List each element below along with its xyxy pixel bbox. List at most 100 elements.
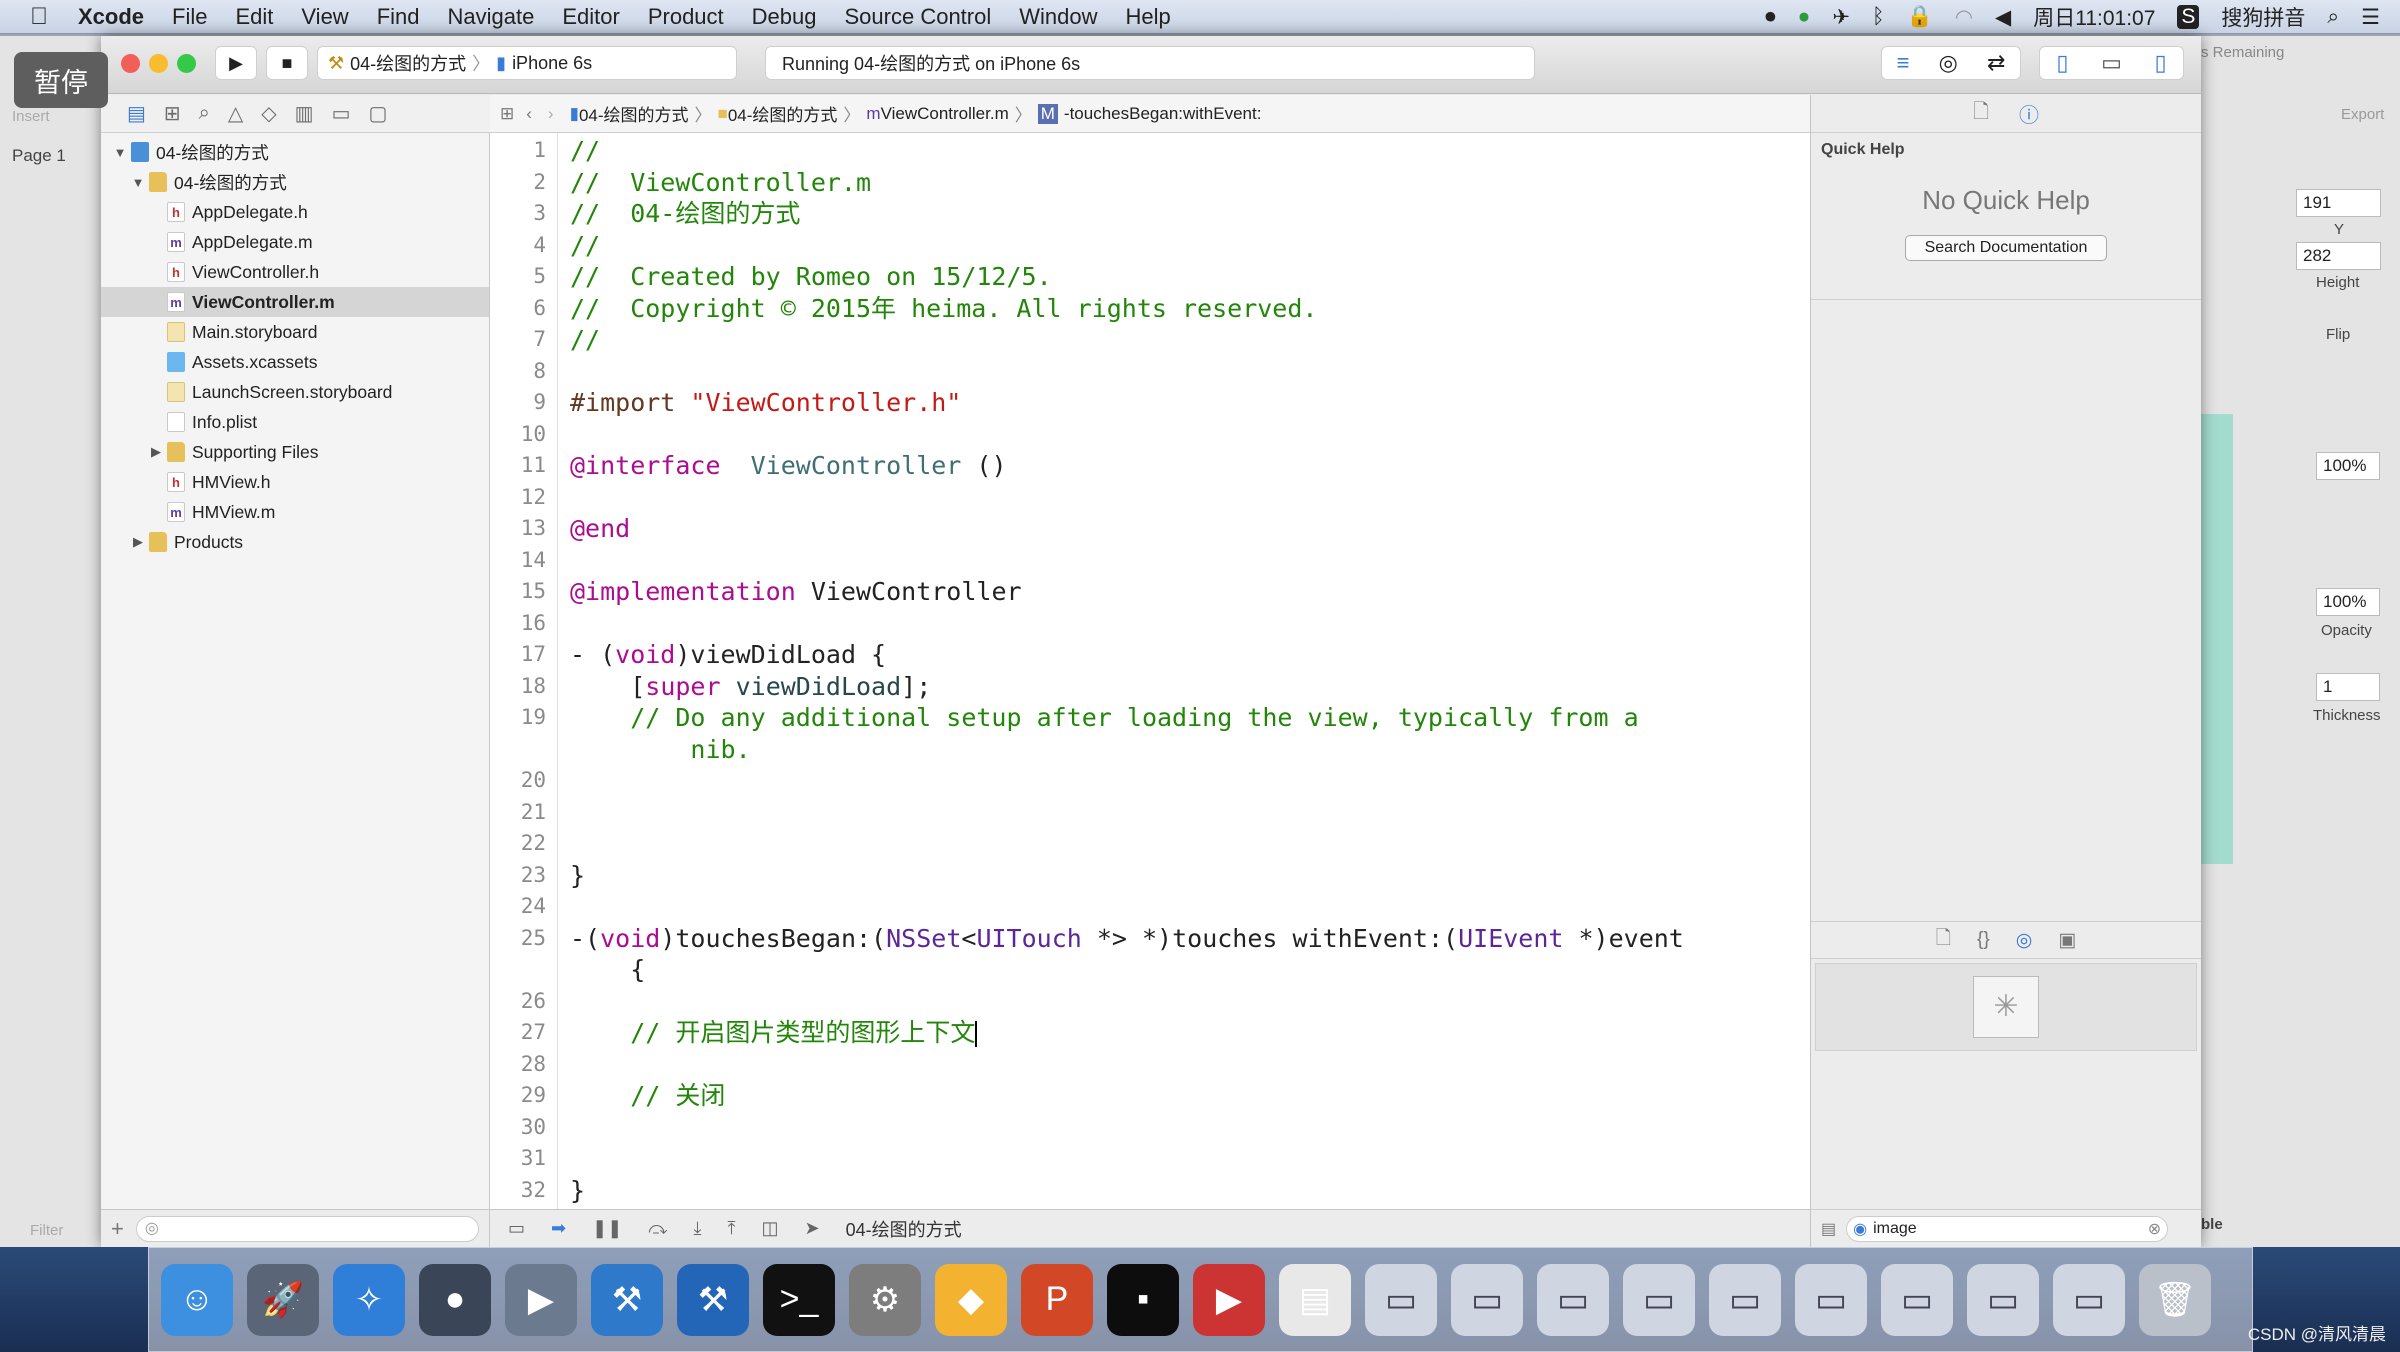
dock-mouse-icon[interactable]: ●: [419, 1263, 491, 1336]
dock-window-9-icon[interactable]: ▭: [2053, 1263, 2125, 1336]
disclosure-open-icon[interactable]: ▼: [131, 175, 145, 190]
navigator-toggle-icon[interactable]: ▯: [2056, 50, 2068, 76]
dock-safari-icon[interactable]: ✧: [333, 1263, 405, 1336]
object-library-icon[interactable]: ◎: [2016, 929, 2033, 952]
dock-launchpad-icon[interactable]: 🚀: [247, 1263, 319, 1336]
file-inspector-icon[interactable]: 🗋: [1973, 97, 1989, 131]
airplane-icon[interactable]: ✈: [1832, 5, 1850, 30]
location-icon[interactable]: ➤: [804, 1218, 819, 1239]
utilities-toggle-icon[interactable]: ▯: [2155, 50, 2167, 76]
spotlight-icon[interactable]: ⌕: [2327, 5, 2339, 29]
apple-menu-icon[interactable]: : [0, 3, 64, 31]
test-navigator-icon[interactable]: ◇: [261, 101, 276, 126]
menu-editor[interactable]: Editor: [548, 4, 633, 30]
media-library-icon[interactable]: ▣: [2058, 929, 2076, 952]
navigator-item[interactable]: m AppDelegate.m: [101, 227, 489, 257]
zoom-button[interactable]: [177, 54, 196, 73]
source-editor[interactable]: 1 // 2 // ViewController.m 3 // 04-绘图的方式 4 // 5 /…: [490, 133, 1810, 1243]
dock-window-4-icon[interactable]: ▭: [1623, 1263, 1695, 1336]
navigator-filter-input[interactable]: ◎: [135, 1215, 479, 1242]
navigator-item[interactable]: m ViewController.m: [101, 287, 489, 317]
menu-help[interactable]: Help: [1112, 4, 1185, 30]
jump-method[interactable]: -touchesBegan:withEvent:: [1064, 104, 1262, 124]
menu-navigate[interactable]: Navigate: [434, 4, 549, 30]
dock-window-5-icon[interactable]: ▭: [1709, 1263, 1781, 1336]
debug-navigator-icon[interactable]: ▥: [295, 101, 314, 126]
y-field[interactable]: 191: [2296, 189, 2381, 217]
version-editor-icon[interactable]: ⇄: [1987, 50, 2005, 76]
jump-project[interactable]: 04-绘图的方式: [579, 101, 689, 126]
navigator-item[interactable]: Main.storyboard: [101, 317, 489, 347]
clock[interactable]: 周日11:01:07: [2033, 2, 2155, 32]
assistant-editor-icon[interactable]: ◎: [1939, 50, 1958, 76]
disclosure-open-icon[interactable]: ▼: [113, 145, 127, 160]
dock-system-preferences-icon[interactable]: ⚙: [849, 1263, 921, 1336]
symbol-navigator-icon[interactable]: ⊞: [164, 101, 181, 126]
dock-window-8-icon[interactable]: ▭: [1967, 1263, 2039, 1336]
height-field[interactable]: 282: [2296, 242, 2381, 270]
dock-terminal-icon[interactable]: >_: [763, 1263, 835, 1336]
opacity-field[interactable]: 100%: [2316, 588, 2380, 616]
menu-window[interactable]: Window: [1005, 4, 1111, 30]
minimize-button[interactable]: [149, 54, 168, 73]
dock-clapper-icon[interactable]: ▶: [505, 1263, 577, 1336]
hide-debug-area-icon[interactable]: ▭: [508, 1218, 525, 1239]
dock-window-3-icon[interactable]: ▭: [1537, 1263, 1609, 1336]
screen-record-icon[interactable]: ⏺: [1765, 5, 1776, 29]
scheme-selector[interactable]: ⚒ 04-绘图的方式 〉 ▮ iPhone 6s: [317, 46, 737, 80]
dock-exec-icon[interactable]: ▪: [1107, 1263, 1179, 1336]
search-documentation-button[interactable]: Search Documentation: [1905, 235, 2107, 261]
jump-file[interactable]: ViewController.m: [881, 104, 1009, 124]
thickness-field[interactable]: 1: [2316, 673, 2380, 701]
library-search-input[interactable]: ◉ image ⊗: [1846, 1215, 2169, 1242]
dock-instruments-icon[interactable]: ⚒: [677, 1263, 749, 1336]
lock-icon[interactable]: 🔒: [1907, 5, 1933, 29]
find-navigator-icon[interactable]: ⌕: [199, 102, 210, 125]
navigator-item[interactable]: ▼ 04-绘图的方式: [101, 137, 489, 167]
navigator-item[interactable]: Info.plist: [101, 407, 489, 437]
navigator-item[interactable]: LaunchScreen.storyboard: [101, 377, 489, 407]
disclosure-closed-icon[interactable]: ▶: [131, 534, 145, 550]
menu-file[interactable]: File: [158, 4, 221, 30]
breakpoints-toggle-icon[interactable]: ➡: [551, 1218, 566, 1239]
target-label[interactable]: 04-绘图的方式: [846, 1216, 962, 1242]
view-debugger-icon[interactable]: ◫: [761, 1218, 778, 1239]
add-icon[interactable]: +: [111, 1216, 124, 1242]
export-button[interactable]: Export: [2341, 106, 2384, 123]
dock-finder-icon[interactable]: ☺: [161, 1263, 233, 1336]
filter-label[interactable]: Filter: [30, 1222, 63, 1239]
navigator-item[interactable]: ▶ Supporting Files: [101, 437, 489, 467]
debug-area-toggle-icon[interactable]: ▭: [2101, 50, 2122, 76]
menu-source-control[interactable]: Source Control: [831, 4, 1006, 30]
navigator-item[interactable]: Assets.xcassets: [101, 347, 489, 377]
clear-icon[interactable]: ⊗: [2148, 1219, 2161, 1239]
navigator-item[interactable]: ▼ 04-绘图的方式: [101, 167, 489, 197]
back-icon[interactable]: ‹: [526, 104, 532, 124]
dock-quicktime-icon[interactable]: ▶: [1193, 1263, 1265, 1336]
menu-app[interactable]: Xcode: [64, 4, 158, 30]
dock-window-2-icon[interactable]: ▭: [1451, 1263, 1523, 1336]
forward-icon[interactable]: ›: [548, 104, 554, 124]
standard-editor-icon[interactable]: ≡: [1897, 50, 1910, 76]
code-snippet-library-icon[interactable]: {}: [1977, 929, 1990, 951]
bluetooth-icon[interactable]: ᛒ: [1872, 5, 1885, 29]
dock-sketch-icon[interactable]: ◆: [935, 1263, 1007, 1336]
list-view-icon[interactable]: ▤: [1821, 1219, 1836, 1239]
menu-edit[interactable]: Edit: [221, 4, 287, 30]
navigator-item[interactable]: h ViewController.h: [101, 257, 489, 287]
percent-field[interactable]: 100%: [2316, 452, 2380, 480]
image-view-icon[interactable]: ✳: [1973, 976, 2039, 1038]
issue-navigator-icon[interactable]: △: [228, 101, 243, 126]
step-in-icon[interactable]: ⤓: [694, 1218, 702, 1239]
step-out-icon[interactable]: ⤒: [728, 1218, 736, 1239]
page-label[interactable]: Page 1: [12, 146, 66, 166]
volume-icon[interactable]: ◀: [1995, 5, 2011, 30]
project-navigator-icon[interactable]: ▤: [127, 101, 146, 126]
app-status-icon[interactable]: ●: [1798, 5, 1811, 29]
ime-label[interactable]: 搜狗拼音: [2221, 2, 2305, 32]
dock-window-1-icon[interactable]: ▭: [1365, 1263, 1437, 1336]
dock-powerpoint-icon[interactable]: P: [1021, 1263, 1093, 1336]
close-button[interactable]: [121, 54, 140, 73]
navigator-item[interactable]: h AppDelegate.h: [101, 197, 489, 227]
file-template-library-icon[interactable]: 🗋: [1936, 924, 1951, 956]
